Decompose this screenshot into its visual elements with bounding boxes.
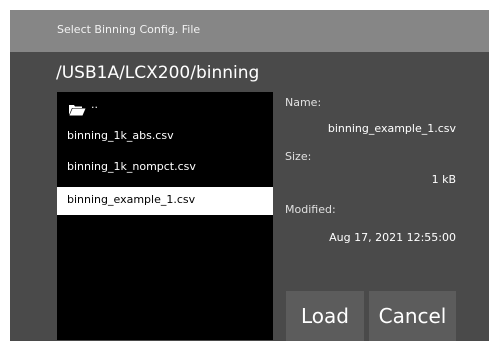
file-row-binning-example-1[interactable]: binning_example_1.csv [57, 187, 273, 215]
modified-label: Modified: [285, 203, 336, 216]
file-name: binning_1k_nompct.csv [67, 160, 196, 173]
name-label: Name: [285, 96, 322, 109]
file-name: binning_example_1.csv [67, 193, 196, 206]
size-label: Size: [285, 150, 312, 163]
file-list[interactable]: .. binning_1k_abs.csv binning_1k_nompct.… [57, 92, 273, 340]
cancel-button[interactable]: Cancel [369, 291, 456, 341]
name-value: binning_example_1.csv [327, 122, 456, 135]
dialog-title: Select Binning Config. File [57, 23, 201, 36]
file-row-binning-1k-nompct[interactable]: binning_1k_nompct.csv [57, 154, 273, 182]
parent-folder-row[interactable]: .. [57, 96, 273, 124]
modified-value: Aug 17, 2021 12:55:00 [329, 231, 456, 244]
load-button[interactable]: Load [286, 291, 364, 341]
file-row-binning-1k-abs[interactable]: binning_1k_abs.csv [57, 123, 273, 151]
parent-folder-label: .. [91, 98, 98, 111]
current-path: /USB1A/LCX200/binning [56, 63, 260, 83]
file-name: binning_1k_abs.csv [67, 129, 174, 142]
select-file-dialog: Select Binning Config. File /USB1A/LCX20… [10, 10, 489, 341]
size-value: 1 kB [431, 173, 456, 186]
dialog-titlebar: Select Binning Config. File [10, 10, 489, 52]
open-folder-icon [69, 105, 86, 116]
